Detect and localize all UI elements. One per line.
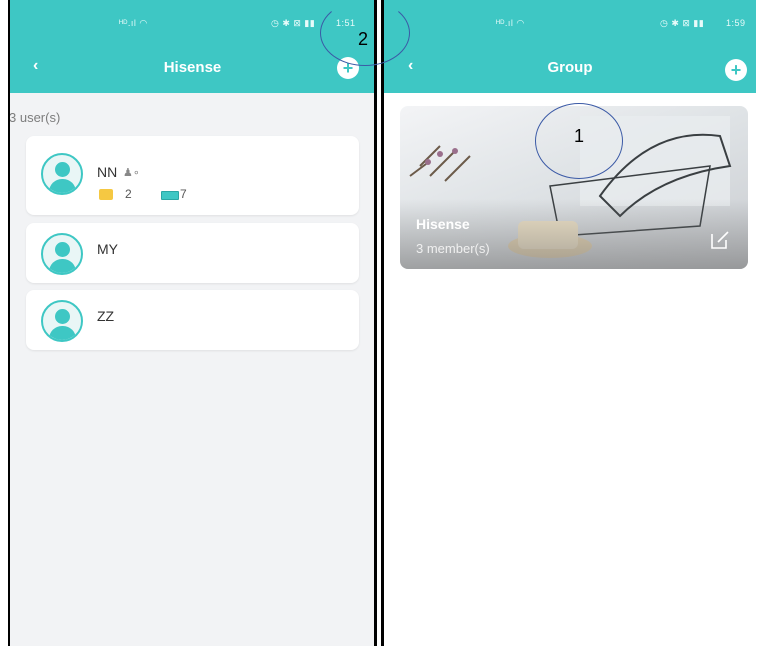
status-time: 1:59	[726, 18, 746, 28]
hisense-group-screen: ᴴᴰ.ıl ◠ ◷ ✱ ⊠ ▮▮ 1:51 ‹ Hisense + 3 user…	[9, 0, 376, 646]
user-card-zz[interactable]: ZZ	[26, 290, 359, 350]
add-icon[interactable]: +	[725, 59, 747, 81]
user-name: MY	[97, 241, 118, 257]
nav-bar: ᴴᴰ.ıl ◠ ◷ ✱ ⊠ ▮▮ 1:51 ‹ Hisense +	[9, 0, 376, 93]
avatar-icon	[41, 233, 83, 275]
annotation-label-2: 2	[358, 29, 369, 49]
status-icons: ◷ ✱ ⊠ ▮▮	[660, 18, 705, 28]
user-card-nn[interactable]: NN ♟∘ 2 7	[26, 136, 359, 215]
user-name: NN	[97, 164, 118, 180]
card-count: 7	[180, 187, 187, 201]
signal-icon: ᴴᴰ.ıl ◠	[496, 18, 525, 28]
user-name: ZZ	[97, 308, 115, 324]
annotation-label-1: 1	[574, 126, 585, 146]
frame-border	[374, 0, 377, 646]
edit-icon[interactable]	[709, 229, 731, 251]
avatar-icon	[41, 300, 83, 342]
member-count: 3 member(s)	[416, 241, 490, 256]
avatar-icon	[41, 153, 83, 195]
user-card-my[interactable]: MY	[26, 223, 359, 283]
card-icon	[161, 191, 179, 200]
signal-icon: ᴴᴰ.ıl ◠	[119, 18, 148, 28]
page-title: Group	[547, 59, 593, 76]
admin-icon: ♟∘	[123, 167, 140, 179]
status-icons: ◷ ✱ ⊠ ▮▮	[271, 18, 316, 28]
folder-count: 2	[125, 187, 132, 201]
nav-bar: ᴴᴰ.ıl ◠ ◷ ✱ ⊠ ▮▮ 1:59 ‹ Group +	[384, 0, 756, 93]
folder-icon	[99, 189, 113, 200]
group-list-screen: ᴴᴰ.ıl ◠ ◷ ✱ ⊠ ▮▮ 1:59 ‹ Group + Hisense …	[384, 0, 756, 646]
page-title: Hisense	[163, 59, 222, 76]
card-overlay	[400, 199, 748, 269]
user-count: 3 user(s)	[9, 110, 61, 125]
group-name: Hisense	[416, 216, 470, 232]
frame-border	[8, 0, 10, 646]
